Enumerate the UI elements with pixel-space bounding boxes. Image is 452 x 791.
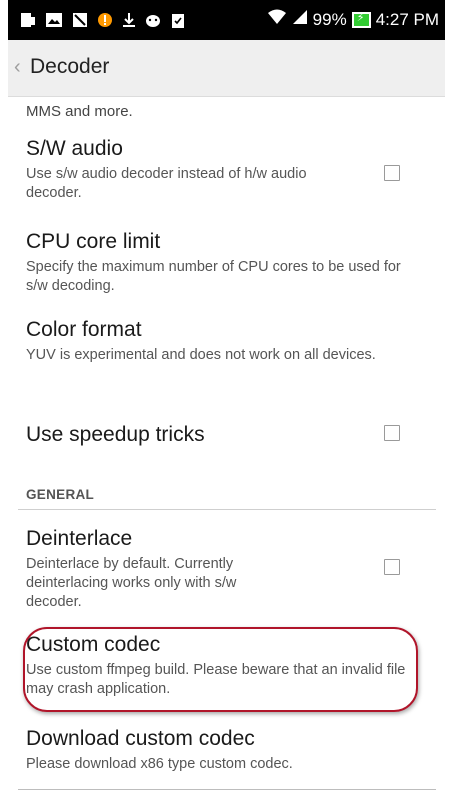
- android-icon: [145, 12, 161, 28]
- pref-cpu-core-limit[interactable]: CPU core limit Specify the maximum numbe…: [26, 230, 426, 296]
- pref-title: Download custom codec: [26, 727, 255, 750]
- pref-title: Color format: [26, 318, 142, 341]
- pref-title: S/W audio: [26, 137, 123, 160]
- status-bar: 99% 4:27 PM: [8, 0, 445, 40]
- image-icon: [45, 12, 63, 28]
- warning-icon: [97, 12, 113, 28]
- status-icons: [20, 11, 186, 29]
- pref-summary: Deinterlace by default. Currently deinte…: [26, 556, 237, 610]
- pref-title: Deinterlace: [26, 527, 133, 550]
- sw-audio-checkbox[interactable]: [384, 165, 400, 181]
- page-title[interactable]: Decoder: [30, 55, 109, 79]
- pref-deinterlace[interactable]: Deinterlace Deinterlace by default. Curr…: [26, 527, 426, 612]
- pref-title: CPU core limit: [26, 230, 161, 253]
- pref-download-custom-codec[interactable]: Download custom codec Please download x8…: [26, 727, 426, 774]
- pref-summary: Specify the maximum number of CPU cores …: [26, 259, 401, 294]
- section-header-general: GENERAL: [26, 487, 95, 502]
- clock: 4:27 PM: [375, 9, 439, 29]
- annotation-highlight-oval: [23, 627, 418, 712]
- pref-title: Use speedup tricks: [26, 423, 205, 446]
- pref-summary: YUV is experimental and does not work on…: [26, 347, 376, 363]
- speedup-tricks-checkbox[interactable]: [384, 425, 400, 441]
- pref-color-format[interactable]: Color format YUV is experimental and doe…: [26, 318, 426, 365]
- preference-list: MMS and more. S/W audio Use s/w audio de…: [8, 97, 445, 791]
- truncated-summary: MMS and more.: [26, 103, 133, 120]
- back-chevron-icon[interactable]: ‹: [14, 55, 30, 79]
- pref-summary: Please download x86 type custom codec.: [26, 756, 293, 772]
- block-icon: [72, 12, 88, 28]
- pref-summary: Use s/w audio decoder instead of h/w aud…: [26, 166, 307, 201]
- list-bottom-divider: [18, 789, 436, 790]
- clipboard-icon: [170, 12, 186, 29]
- pref-use-speedup-tricks[interactable]: Use speedup tricks: [26, 423, 426, 447]
- signal-icon: [292, 9, 308, 30]
- download-icon: [122, 12, 136, 28]
- notification-icon: [20, 11, 36, 29]
- status-right: 99% 4:27 PM: [267, 9, 439, 30]
- action-bar: ‹ Decoder: [8, 40, 445, 97]
- wifi-icon: [267, 9, 287, 30]
- section-divider: [18, 509, 436, 510]
- battery-icon: [351, 11, 371, 28]
- battery-percent: 99%: [312, 9, 347, 29]
- pref-sw-audio[interactable]: S/W audio Use s/w audio decoder instead …: [26, 137, 426, 203]
- deinterlace-checkbox[interactable]: [384, 559, 400, 575]
